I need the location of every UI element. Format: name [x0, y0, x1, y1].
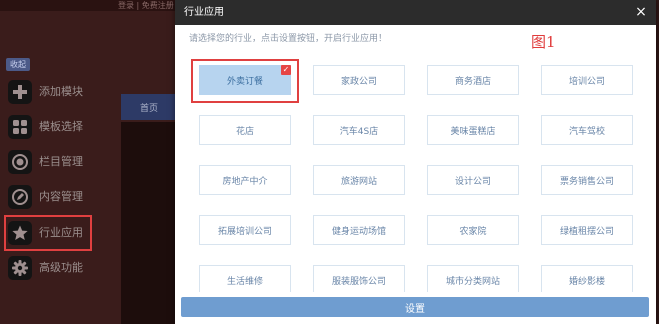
industry-option-label: 服装服饰公司 [331, 276, 386, 287]
industry-option[interactable]: 汽车驾校 [541, 115, 633, 145]
dialog-header: 行业应用 × [175, 0, 656, 25]
industry-option-label: 健身运动场馆 [331, 226, 386, 237]
background-nav-home-label: 首页 [139, 103, 158, 114]
sidebar-item-template-select[interactable]: 模板选择 [4, 111, 92, 143]
industry-option[interactable]: 美味蛋糕店 [427, 115, 519, 145]
industry-option-label: 农家院 [459, 226, 487, 237]
industry-option[interactable]: 绿植租摆公司 [541, 215, 633, 245]
close-icon[interactable]: × [634, 4, 648, 20]
industry-option-label: 汽车驾校 [568, 126, 605, 137]
background-nav-home[interactable]: 首页 [121, 94, 177, 120]
industry-option[interactable]: 票务销售公司 [541, 165, 633, 195]
setup-button[interactable]: 设置 [181, 297, 649, 317]
industry-option-label: 家政公司 [340, 76, 377, 87]
sidebar-item-label: 高级功能 [39, 261, 83, 274]
industry-option[interactable]: 设计公司 [427, 165, 519, 195]
industry-option-label: 汽车4S店 [339, 126, 379, 137]
industry-option[interactable]: 婚纱影楼 [541, 265, 633, 292]
sidebar-collapse-toggle[interactable]: 收起 [6, 58, 30, 71]
industry-option[interactable]: 商务酒店 [427, 65, 519, 95]
industry-option[interactable]: 生活维修 [199, 265, 291, 292]
industry-app-dialog: 行业应用 × 请选择您的行业，点击设置按钮，开启行业应用！ 图1 外卖订餐 家政公… [175, 0, 656, 324]
industry-option-label: 房地产中介 [222, 176, 268, 187]
industry-option[interactable]: 拓展培训公司 [199, 215, 291, 245]
industry-option-label: 拓展培训公司 [217, 226, 272, 237]
industry-option[interactable]: 房地产中介 [199, 165, 291, 195]
industry-option[interactable]: 汽车4S店 [313, 115, 405, 145]
sidebar-item-column-management[interactable]: 栏目管理 [4, 146, 92, 178]
background-banner-image [121, 122, 177, 324]
sidebar-item-label: 栏目管理 [39, 155, 83, 168]
sidebar-item-label: 添加模块 [39, 85, 83, 98]
industry-option-label: 旅游网站 [340, 176, 377, 187]
industry-option[interactable]: 旅游网站 [313, 165, 405, 195]
industry-option-label: 培训公司 [568, 76, 605, 87]
industry-option[interactable]: 花店 [199, 115, 291, 145]
industry-option-label: 美味蛋糕店 [450, 126, 496, 137]
plus-icon [8, 80, 32, 104]
industry-option-label: 绿植租摆公司 [559, 226, 614, 237]
industry-option-label: 花店 [235, 126, 254, 137]
sidebar-item-content-management[interactable]: 内容管理 [4, 181, 92, 213]
dialog-hint: 请选择您的行业，点击设置按钮，开启行业应用！ [189, 34, 388, 44]
sidebar-item-advanced[interactable]: 高级功能 [4, 252, 92, 284]
industry-option[interactable]: 家政公司 [313, 65, 405, 95]
industry-option[interactable]: 农家院 [427, 215, 519, 245]
industry-option-label: 商务酒店 [454, 76, 491, 87]
industry-option-label: 生活维修 [226, 276, 263, 287]
industry-option[interactable]: 城市分类网站 [427, 265, 519, 292]
sidebar-item-label: 内容管理 [39, 190, 83, 203]
check-icon: ✓ [281, 65, 291, 75]
grid-icon [8, 115, 32, 139]
star-icon [8, 221, 32, 245]
figure-annotation: 图1 [531, 33, 556, 51]
industry-list: 外卖订餐 家政公司 商务酒店 培训公司 花店 汽车4S店 美味蛋糕店 汽车驾校 房地产中介 旅游网… [189, 57, 649, 292]
industry-option-label: 设计公司 [454, 176, 491, 187]
sidebar-item-add-module[interactable]: 添加模块 [4, 76, 92, 108]
login-register-links[interactable]: 登录 | 免费注册 [118, 0, 174, 11]
industry-option-label: 婚纱影楼 [568, 276, 605, 287]
setup-button-label: 设置 [405, 303, 425, 315]
app-root: 登录 | 免费注册 首页 收起 添加模块 模板选择 栏目管理 内容管理 行业应用… [0, 0, 659, 324]
industry-option[interactable]: 培训公司 [541, 65, 633, 95]
sidebar-item-label: 模板选择 [39, 120, 83, 133]
collapse-label: 收起 [10, 60, 26, 69]
sidebar-item-industry-app[interactable]: 行业应用 [4, 215, 92, 251]
dialog-title: 行业应用 [184, 7, 224, 18]
industry-option[interactable]: 服装服饰公司 [313, 265, 405, 292]
industry-option-label: 票务销售公司 [559, 176, 614, 187]
edit-icon [8, 185, 32, 209]
industry-option[interactable]: 健身运动场馆 [313, 215, 405, 245]
record-icon [8, 150, 32, 174]
sidebar-item-label: 行业应用 [39, 226, 83, 239]
gear-icon [8, 256, 32, 280]
industry-option-label: 城市分类网站 [445, 276, 500, 287]
